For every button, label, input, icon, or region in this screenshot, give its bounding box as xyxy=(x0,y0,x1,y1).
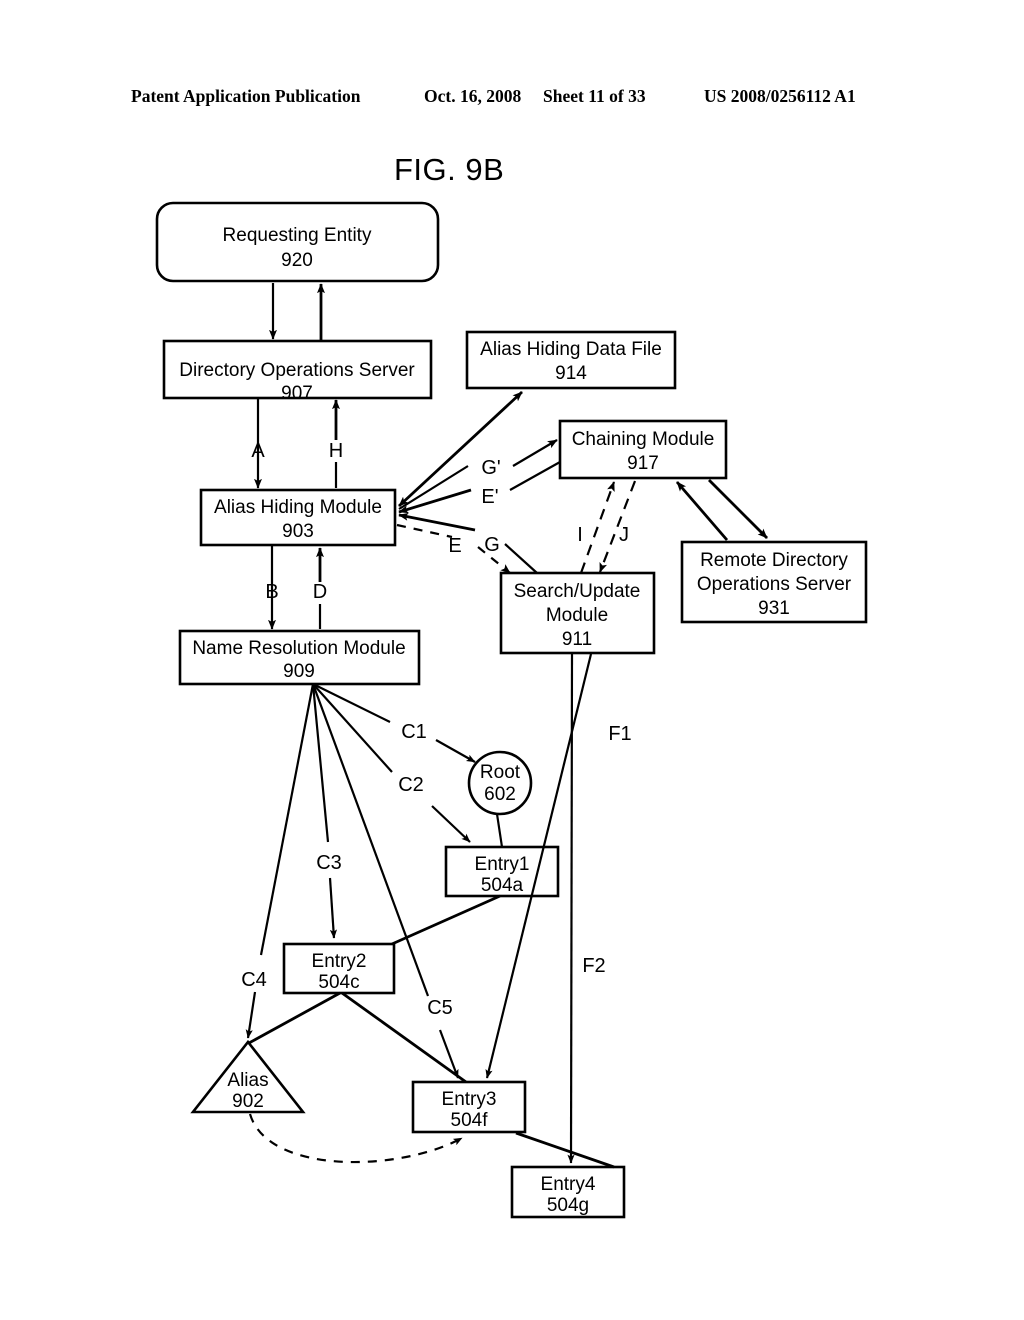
edge-ahm-to-alias-hiding-data-file xyxy=(398,390,523,508)
entry2-label: Entry2 xyxy=(312,951,367,972)
edge-entry3-to-entry4 xyxy=(515,1131,615,1169)
remote-directory-operations-server-label-2: Operations Server xyxy=(697,574,852,595)
edge-label-g: G xyxy=(484,534,500,556)
node-alias: Alias 902 xyxy=(190,1039,306,1114)
edge-g-search-update-to-ahm-right xyxy=(504,543,538,574)
entry4-ref: 504g xyxy=(547,1195,589,1216)
alias-hiding-module-label: Alias Hiding Module xyxy=(214,497,382,518)
edge-label-c2: C2 xyxy=(398,774,424,796)
entry1-label: Entry1 xyxy=(475,854,530,875)
edge-label-c3: C3 xyxy=(316,852,342,874)
alias-ref: 902 xyxy=(232,1091,264,1112)
edge-c4-nrm-fan xyxy=(259,683,315,956)
entry2-ref: 504c xyxy=(318,972,359,993)
edge-label-f2: F2 xyxy=(582,955,605,977)
search-update-module-label-2: Module xyxy=(546,605,608,626)
node-alias-hiding-data-file: Alias Hiding Data File 914 xyxy=(465,330,677,390)
search-update-module-label-1: Search/Update xyxy=(514,581,641,602)
edge-g-search-update-to-ahm-left xyxy=(398,512,476,532)
edge-entry1-to-entry2 xyxy=(391,894,501,946)
edge-label-e: E xyxy=(448,535,461,557)
edge-c3-nrm-fan xyxy=(311,683,330,843)
edge-entry2-to-alias xyxy=(248,991,341,1045)
remote-directory-operations-server-ref: 931 xyxy=(758,598,790,619)
chaining-module-ref: 917 xyxy=(627,453,659,474)
edge-g-prime-ahm-to-chaining-right xyxy=(512,439,558,467)
node-search-update-module: Search/Update Module 911 xyxy=(499,571,656,655)
node-name-resolution-module: Name Resolution Module 909 xyxy=(178,629,421,686)
alias-hiding-data-file-label: Alias Hiding Data File xyxy=(480,339,662,360)
node-entry3: Entry3 504f xyxy=(411,1080,527,1134)
requesting-entity-label: Requesting Entity xyxy=(223,225,372,246)
edge-label-a: A xyxy=(251,440,265,462)
root-ref: 602 xyxy=(484,784,516,805)
entry4-label: Entry4 xyxy=(541,1174,596,1195)
edge-label-h: H xyxy=(329,440,343,462)
edge-c3-to-entry2 xyxy=(328,877,338,939)
entry1-ref: 504a xyxy=(481,875,524,896)
node-alias-hiding-module: Alias Hiding Module 903 xyxy=(199,488,397,547)
edge-label-g-prime: G' xyxy=(481,457,500,479)
name-resolution-module-ref: 909 xyxy=(283,661,315,682)
name-resolution-module-label: Name Resolution Module xyxy=(192,638,405,659)
directory-operations-server-ref: 907 xyxy=(281,383,313,404)
chaining-module-label: Chaining Module xyxy=(572,429,715,450)
entry3-ref: 504f xyxy=(451,1110,489,1131)
remote-directory-operations-server-label-1: Remote Directory xyxy=(700,550,848,571)
node-root: Root 602 xyxy=(467,750,533,816)
edge-c1-to-root xyxy=(435,739,476,763)
patent-figure-page: Patent Application Publication Oct. 16, … xyxy=(0,0,1024,1320)
edge-f2-search-update-to-entry4 xyxy=(567,653,575,1164)
edge-label-b: B xyxy=(265,581,278,603)
edge-i-search-update-to-chaining xyxy=(579,481,616,574)
node-remote-directory-operations-server: Remote Directory Operations Server 931 xyxy=(680,540,868,624)
edge-label-f1: F1 xyxy=(608,723,631,745)
entry3-label: Entry3 xyxy=(442,1089,497,1110)
alias-hiding-data-file-ref: 914 xyxy=(555,363,587,384)
edge-label-j: J xyxy=(619,524,629,546)
edge-c2-nrm-fan xyxy=(312,683,393,773)
edge-e-prime-chaining-to-ahm-right xyxy=(509,461,561,491)
edge-label-e-prime: E' xyxy=(481,486,498,508)
edge-root-to-entry1 xyxy=(495,813,504,848)
root-label: Root xyxy=(480,762,521,783)
edge-label-c4: C4 xyxy=(241,969,267,991)
edge-label-i: I xyxy=(577,524,583,546)
edge-j-chaining-to-search-update xyxy=(598,480,637,573)
edge-c4-to-alias xyxy=(245,991,257,1039)
node-entry2: Entry2 504c xyxy=(282,942,396,995)
search-update-module-ref: 911 xyxy=(562,629,592,650)
edge-c2-to-entry1 xyxy=(431,805,471,843)
edge-label-c5: C5 xyxy=(427,997,453,1019)
alias-label: Alias xyxy=(227,1070,268,1091)
node-requesting-entity: Requesting Entity 920 xyxy=(155,201,440,283)
node-directory-operations-server: Directory Operations Server 907 xyxy=(162,339,433,404)
requesting-entity-ref: 920 xyxy=(281,250,313,271)
alias-hiding-module-ref: 903 xyxy=(282,521,314,542)
directory-operations-server-label: Directory Operations Server xyxy=(179,360,415,381)
node-entry4: Entry4 504g xyxy=(510,1165,626,1219)
edge-label-d: D xyxy=(313,581,327,603)
edge-e-ahm-to-search-update-a xyxy=(396,523,453,539)
edge-label-c1: C1 xyxy=(401,721,427,743)
figure-9b-diagram: Requesting Entity 920 Directory Operatio… xyxy=(155,201,868,1219)
node-chaining-module: Chaining Module 917 xyxy=(558,419,728,480)
